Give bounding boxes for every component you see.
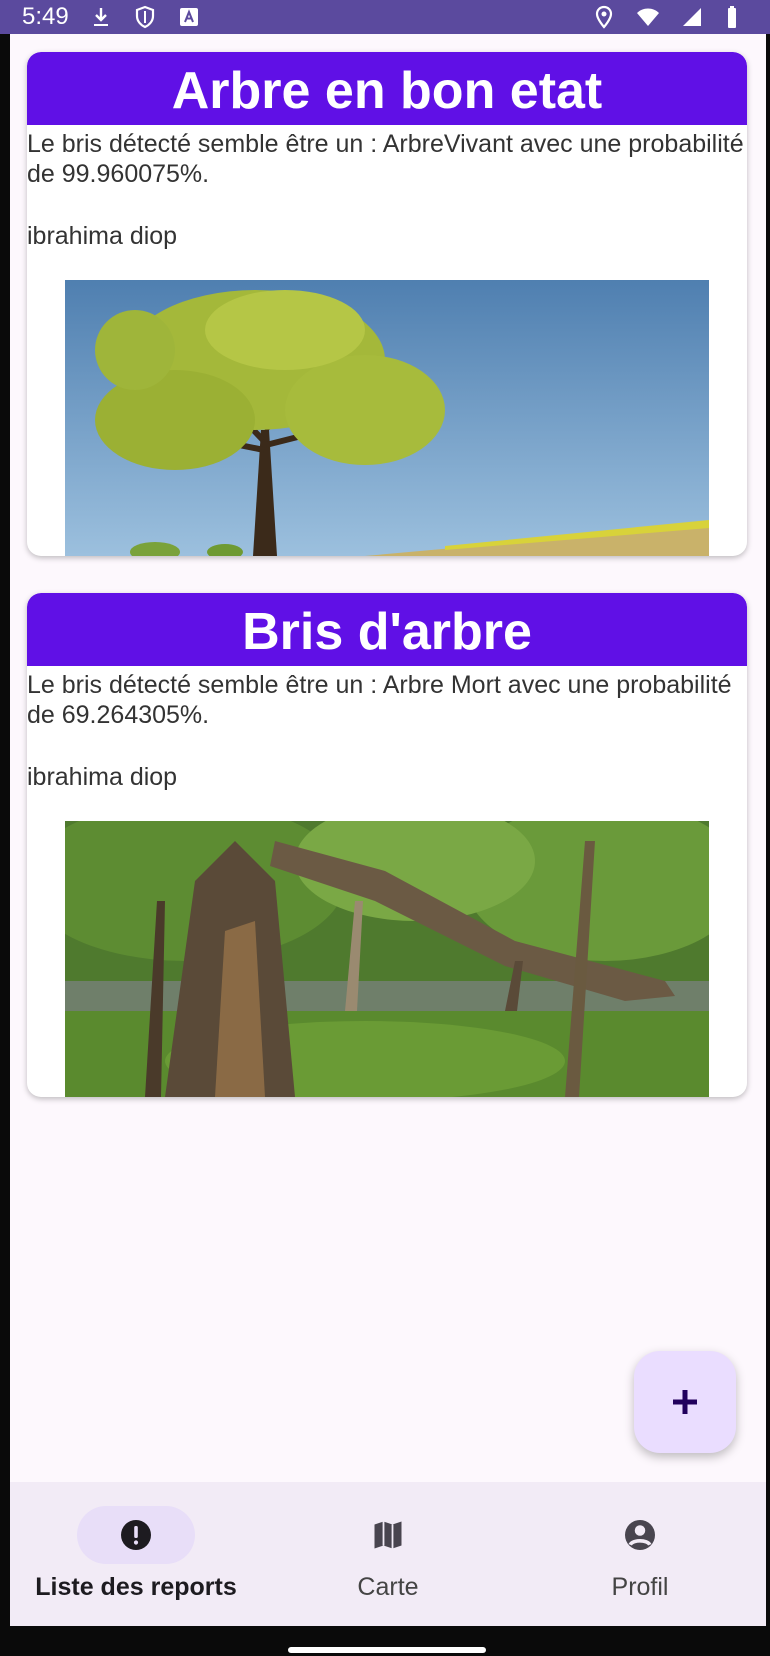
home-gesture-bar[interactable] (288, 1647, 486, 1653)
battery-icon (728, 6, 736, 28)
status-bar-right (592, 5, 748, 29)
account-circle-icon (625, 1520, 655, 1550)
status-bar: 5:49 (0, 0, 770, 34)
healthy-tree-photo (65, 280, 709, 556)
nav-item-profil[interactable]: Profil (514, 1482, 766, 1626)
nav-item-liste-des-reports[interactable]: Liste des reports (10, 1482, 262, 1626)
report-card[interactable]: Arbre en bon etat Le bris détecté semble… (27, 52, 747, 556)
report-description: Le bris détecté semble être un : ArbreVi… (27, 130, 744, 188)
bottom-navigation: Liste des reports Carte Profil (10, 1482, 766, 1626)
shield-icon (135, 5, 154, 29)
broken-tree-photo (65, 821, 709, 1097)
nav-item-carte[interactable]: Carte (262, 1482, 514, 1626)
plus-icon (673, 1390, 697, 1414)
add-report-button[interactable] (634, 1351, 736, 1453)
nav-label: Carte (357, 1573, 419, 1601)
map-icon (374, 1521, 402, 1549)
wifi-icon (637, 8, 659, 26)
alert-circle-icon (121, 1520, 151, 1550)
status-time: 5:49 (22, 3, 69, 30)
download-icon (93, 8, 108, 26)
report-title: Arbre en bon etat (27, 52, 747, 125)
location-pin-icon (595, 5, 613, 29)
report-description: Le bris détecté semble être un : Arbre M… (27, 671, 732, 729)
a-square-icon (179, 8, 198, 26)
nav-active-indicator (77, 1506, 195, 1564)
report-title: Bris d'arbre (27, 593, 747, 666)
nav-label: Liste des reports (35, 1573, 237, 1601)
report-author: ibrahima diop (27, 763, 178, 791)
report-card[interactable]: Bris d'arbre Le bris détecté semble être… (27, 593, 747, 1097)
nav-label: Profil (611, 1573, 669, 1601)
nav-icon-container (329, 1506, 447, 1564)
report-author: ibrahima diop (27, 222, 178, 250)
nav-icon-container (581, 1506, 699, 1564)
status-bar-left: 5:49 (22, 3, 201, 31)
app-screen: Arbre en bon etat Le bris détecté semble… (10, 34, 766, 1626)
signal-icon (683, 8, 701, 26)
